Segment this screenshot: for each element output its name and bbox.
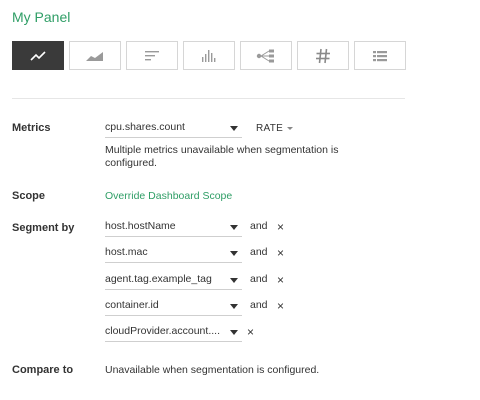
number-icon [316,48,330,63]
segment-connector: and [250,299,268,311]
segment-select-value: host.hostName [105,220,176,232]
segment-by-label: Segment by [12,222,75,234]
metrics-label: Metrics [12,122,51,134]
chevron-down-icon [230,251,238,256]
chart-type-histogram-button[interactable] [183,41,235,70]
chart-type-topology-button[interactable] [240,41,292,70]
horizontal-bar-icon [145,50,159,60]
topology-icon [256,49,274,62]
area-chart-icon [86,51,103,61]
chevron-down-icon [230,330,238,335]
chevron-down-icon [230,225,238,230]
segment-select-value: host.mac [105,246,148,258]
compare-to-text: Unavailable when segmentation is configu… [105,364,320,376]
segment-select[interactable]: container.id [105,298,242,316]
chevron-down-icon [230,304,238,309]
segment-connector: and [250,246,268,258]
segment-select[interactable]: host.mac [105,245,242,263]
chart-type-area-button[interactable] [69,41,121,70]
metric-select[interactable]: cpu.shares.count [105,120,242,138]
histogram-icon [202,49,216,62]
remove-segment-button[interactable]: × [247,326,254,338]
chevron-down-icon [287,126,294,130]
segment-select[interactable]: cloudProvider.account.... [105,324,242,342]
remove-segment-button[interactable]: × [277,274,284,286]
segment-select[interactable]: agent.tag.example_tag [105,272,242,290]
scope-label: Scope [12,190,46,202]
remove-segment-button[interactable]: × [277,221,284,233]
panel-title: My Panel [12,9,71,25]
chart-type-bar-button[interactable] [126,41,178,70]
chart-type-number-button[interactable] [297,41,349,70]
metrics-note: Multiple metrics unavailable when segmen… [105,144,339,169]
remove-segment-button[interactable]: × [277,300,284,312]
chart-type-line-button[interactable] [12,41,64,70]
segment-connector: and [250,220,268,232]
aggregation-select[interactable]: RATE [256,123,294,134]
table-icon [373,50,387,61]
override-scope-link[interactable]: Override Dashboard Scope [105,190,232,202]
aggregation-value: RATE [256,123,284,134]
segment-select-value: agent.tag.example_tag [105,273,212,285]
metric-select-value: cpu.shares.count [105,121,185,133]
segment-connector: and [250,273,268,285]
compare-to-label: Compare to [12,364,74,376]
segment-select-value: cloudProvider.account.... [105,325,220,337]
segment-select-value: container.id [105,299,159,311]
segment-select[interactable]: host.hostName [105,219,242,237]
chart-type-table-button[interactable] [354,41,406,70]
chevron-down-icon [230,278,238,283]
remove-segment-button[interactable]: × [277,247,284,259]
divider [12,98,405,99]
chevron-down-icon [230,126,238,131]
line-chart-icon [30,50,46,61]
